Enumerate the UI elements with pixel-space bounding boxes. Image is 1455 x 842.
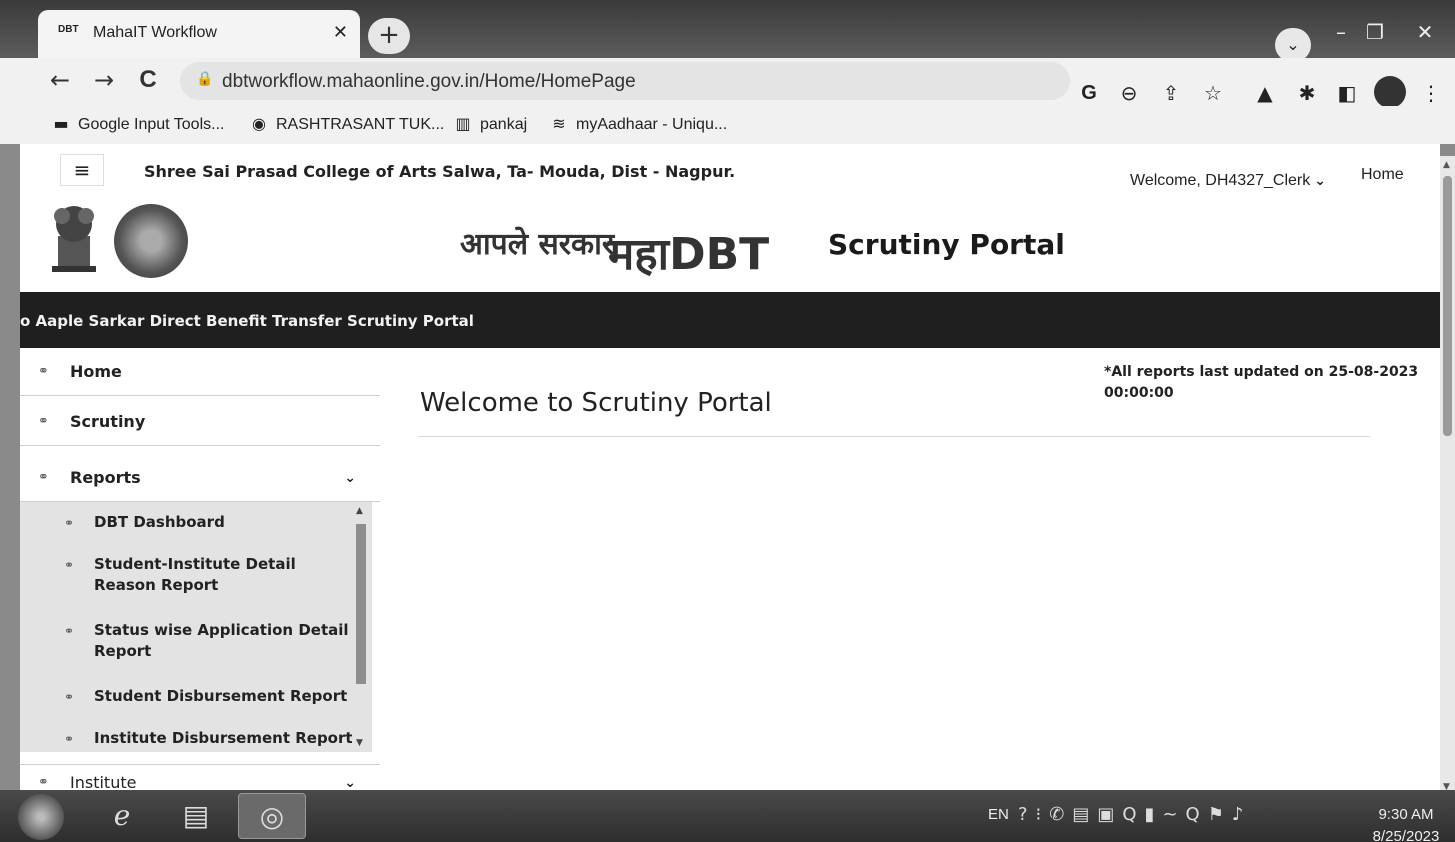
link-icon: ⚭ [64,690,75,704]
chevron-down-icon: ⌄ [1314,173,1326,189]
marquee-text: o Aaple Sarkar Direct Benefit Transfer S… [20,312,474,330]
profile-avatar[interactable] [1374,76,1406,108]
bookmark-myaadhaar[interactable]: ≋ myAadhaar - Uniqu... [548,114,727,134]
link-icon: ⚭ [64,558,75,572]
home-link[interactable]: Home [1361,166,1404,184]
chrome-icon[interactable]: ◎ [238,793,306,839]
link-icon: ⚭ [64,516,75,530]
sidebar-item-home[interactable]: ⚭ Home [20,348,380,396]
address-bar[interactable]: 🔒 dbtworkflow.mahaonline.gov.in/Home/Hom… [180,62,1070,100]
submenu-item-status-wise-application-detail-report[interactable]: ⚭ Status wise Application Detail Report [64,620,354,662]
submenu-item-student-disbursement-report[interactable]: ⚭ Student Disbursement Report [64,686,354,707]
more-menu-icon[interactable]: ⋮ [1416,78,1446,108]
reports-updated-note: *All reports last updated on 25-08-2023 … [1104,364,1419,401]
user-menu[interactable]: Welcome, DH4327_Clerk ⌄ [1130,172,1326,190]
close-tab-icon[interactable]: ✕ [333,22,348,43]
page-title: Welcome to Scrutiny Portal [420,388,772,418]
title-divider [418,436,1370,437]
portal-title: Scrutiny Portal [828,228,1065,261]
chevron-down-icon: ⌄ [344,775,356,790]
scroll-up-icon[interactable]: ▲ [1443,160,1450,170]
extensions-puzzle-icon[interactable]: ✱ [1292,78,1322,108]
bookmark-google-input-tools[interactable]: ▬ Google Input Tools... [50,114,224,134]
browser-tab[interactable]: DBT MahaIT Workflow ✕ [38,10,360,60]
url-text: dbtworkflow.mahaonline.gov.in/Home/HomeP… [222,71,636,92]
google-input-tools-icon: ▬ [53,114,69,133]
tab-title: MahaIT Workflow [93,24,217,41]
extension-icon[interactable]: ▲ [1250,78,1280,108]
minimize-icon[interactable]: – [1324,18,1358,46]
mahadbt-logo: महाDBT [608,229,770,280]
marquee-banner: o Aaple Sarkar Direct Benefit Transfer S… [20,292,1440,348]
forward-button[interactable]: → [88,64,120,96]
browser-tabstrip: DBT MahaIT Workflow ✕ + ⌄ – ❐ ✕ [0,0,1455,62]
bookmarks-bar: ▬ Google Input Tools... ◉ RASHTRASANT TUK.… [0,106,1455,144]
link-icon: ⚭ [64,732,75,746]
scroll-up-icon[interactable]: ▲ [356,506,363,516]
restore-icon[interactable]: ❐ [1358,18,1392,46]
new-tab-button[interactable]: + [368,18,410,54]
zoom-icon[interactable]: ⊖ [1114,78,1144,108]
dbt-favicon-icon: DBT [58,24,79,35]
sidebar-item-label: Reports [70,468,141,487]
browser-toolbar: ← → C 🔒 dbtworkflow.mahaonline.gov.in/Ho… [0,58,1455,108]
sidebar-item-label: Scrutiny [70,412,146,431]
web-page: ≡ Shree Sai Prasad College of Arts Salwa… [20,144,1440,790]
aadhaar-icon: ≋ [552,114,566,133]
link-icon: ⚭ [64,624,75,638]
google-translate-icon[interactable]: G [1074,78,1104,108]
portal-banner: आपले सरकार महाDBT Scrutiny Portal [20,192,1440,292]
share-icon[interactable]: ⇪ [1156,78,1186,108]
maharashtra-seal-icon [114,204,188,278]
side-panel-icon[interactable]: ◧ [1332,78,1362,108]
clock-date: 8/25/2023 [1372,828,1440,842]
reload-button[interactable]: C [132,64,164,96]
sidebar: ⚭ Home ⚭ Scrutiny ⚭ Reports ⌄ ⚭ DBT Dash… [20,348,380,790]
system-tray-icons[interactable]: ?⁝✆▤▣Q▮~Q⚑♪ [1018,804,1251,825]
clock-time: 9:30 AM [1378,806,1434,823]
lock-icon: 🔒 [196,71,214,87]
sidebar-item-label: Institute [70,773,137,790]
taskbar-clock[interactable]: 9:30 AM 8/25/2023 [1366,804,1446,842]
reports-submenu: ⚭ DBT Dashboard ⚭ Student-Institute Deta… [20,502,372,752]
submenu-item-dbt-dashboard[interactable]: ⚭ DBT Dashboard [64,512,354,533]
sidebar-item-reports[interactable]: ⚭ Reports ⌄ [20,454,380,502]
bookmark-page-icon: ▥ [455,114,471,133]
aaple-sarkar-logo: आपले सरकार [460,227,615,262]
sidebar-item-institute[interactable]: ⚭ Institute ⌄ [20,764,380,790]
close-window-icon[interactable]: ✕ [1408,18,1442,46]
internet-explorer-icon[interactable]: ℯ [88,793,156,839]
page-topbar: ≡ Shree Sai Prasad College of Arts Salwa… [20,144,1440,192]
university-logo-icon: ◉ [252,114,266,133]
hamburger-menu-icon[interactable]: ≡ [60,154,104,186]
college-name: Shree Sai Prasad College of Arts Salwa, … [144,162,736,181]
start-button[interactable] [18,794,64,840]
back-button[interactable]: ← [44,64,76,96]
bookmark-star-icon[interactable]: ☆ [1198,78,1228,108]
welcome-user-text: Welcome, DH4327_Clerk [1130,172,1311,189]
page-scrollbar[interactable]: ▲ ▼ [1440,156,1455,796]
sidebar-item-scrutiny[interactable]: ⚭ Scrutiny [20,398,380,446]
file-explorer-icon[interactable]: ▤ [162,793,230,839]
link-icon: ⚭ [38,775,49,790]
chevron-down-icon: ⌄ [344,470,356,486]
submenu-item-institute-disbursement-report[interactable]: ⚭ Institute Disbursement Report [64,728,354,749]
scroll-down-icon[interactable]: ▼ [356,738,363,748]
link-icon: ⚭ [38,414,49,429]
windows-taskbar: ℯ ▤ ◎ EN ?⁝✆▤▣Q▮~Q⚑♪ 9:30 AM 8/25/2023 [0,790,1455,842]
bookmark-pankaj[interactable]: ▥ pankaj [452,114,527,134]
submenu-scroll-thumb[interactable] [356,524,366,684]
bookmark-rashtrasant[interactable]: ◉ RASHTRASANT TUK... [248,114,444,134]
tab-search-button[interactable]: ⌄ [1275,28,1311,62]
link-icon: ⚭ [38,470,49,485]
link-icon: ⚭ [38,364,49,379]
national-emblem-icon [52,206,96,272]
sidebar-item-label: Home [70,362,122,381]
submenu-item-student-institute-detail-reason-report[interactable]: ⚭ Student-Institute Detail Reason Report [64,554,354,596]
submenu-scrollbar[interactable]: ▲ ▼ [352,502,370,752]
page-scroll-thumb[interactable] [1443,176,1452,436]
language-indicator[interactable]: EN [988,806,1009,823]
